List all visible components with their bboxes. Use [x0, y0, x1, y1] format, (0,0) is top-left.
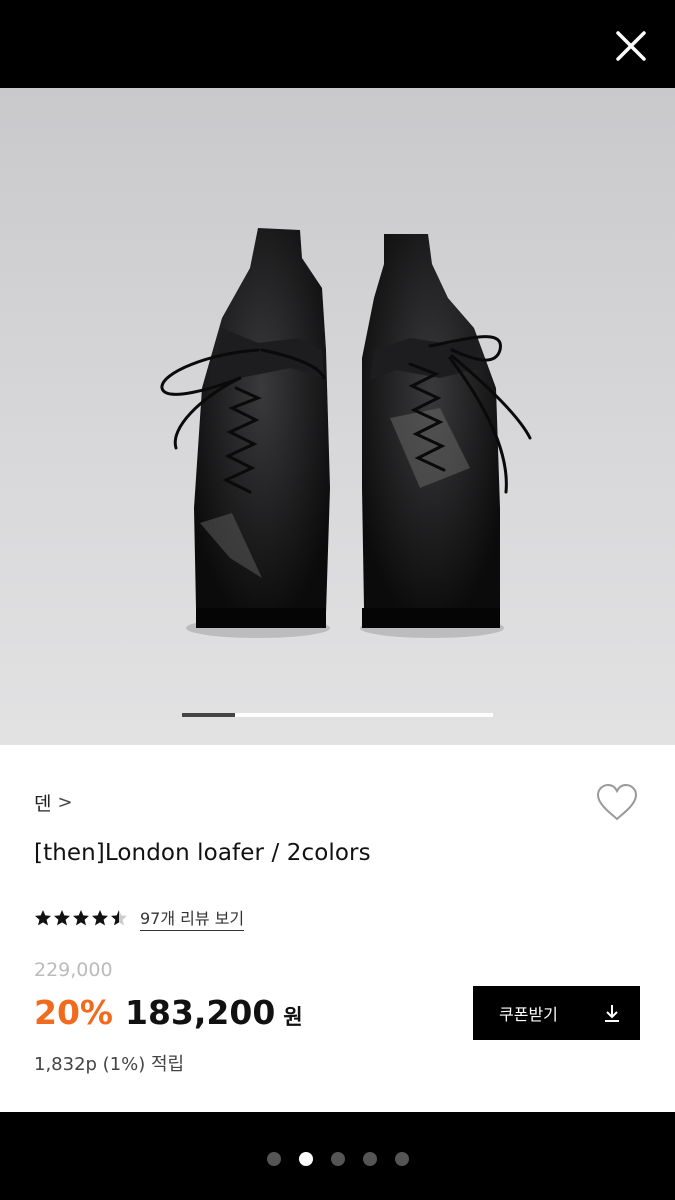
image-progress-fill [182, 713, 235, 717]
download-icon [605, 1005, 619, 1022]
page-dot[interactable] [266, 1152, 281, 1166]
close-icon[interactable] [613, 28, 649, 64]
page-indicator [0, 1152, 675, 1166]
bottom-bar [0, 1112, 675, 1200]
review-link[interactable]: 97개 리뷰 보기 [140, 905, 245, 931]
star-icon [92, 910, 108, 926]
discount-rate: 20% [34, 993, 113, 1032]
coupon-label: 쿠폰받기 [499, 1005, 558, 1024]
star-icon [111, 910, 127, 926]
star-icon [73, 910, 89, 926]
product-image[interactable] [0, 88, 675, 745]
coupon-button[interactable]: 쿠폰받기 [473, 986, 640, 1040]
currency-unit: 원 [283, 1005, 303, 1029]
product-info-panel: 덴 > [then]London loafer / 2colors 97개 리뷰… [0, 745, 675, 1112]
heart-icon[interactable] [595, 783, 639, 823]
reward-points: 1,832p (1%) 적립 [34, 1054, 185, 1075]
sale-price: 183,200 [125, 993, 276, 1032]
product-title: [then]London loafer / 2colors [34, 840, 371, 866]
rating-row: 97개 리뷰 보기 [34, 905, 245, 931]
chevron-right-icon: > [57, 792, 73, 813]
close-button[interactable] [613, 28, 649, 64]
brand-link[interactable]: 덴 > [34, 789, 73, 816]
page-dot[interactable] [362, 1152, 377, 1166]
page-dot[interactable] [394, 1152, 409, 1166]
page-dot[interactable] [298, 1152, 313, 1166]
rating-stars [34, 909, 128, 927]
wishlist-button[interactable] [595, 783, 639, 823]
brand-name: 덴 [34, 793, 52, 815]
star-icon [54, 910, 70, 926]
image-progress-track [182, 713, 493, 717]
price-row: 20% 183,200 원 [34, 993, 303, 1032]
page-dot[interactable] [330, 1152, 345, 1166]
star-icon [35, 910, 51, 926]
top-bar [0, 0, 675, 88]
original-price: 229,000 [34, 959, 113, 981]
